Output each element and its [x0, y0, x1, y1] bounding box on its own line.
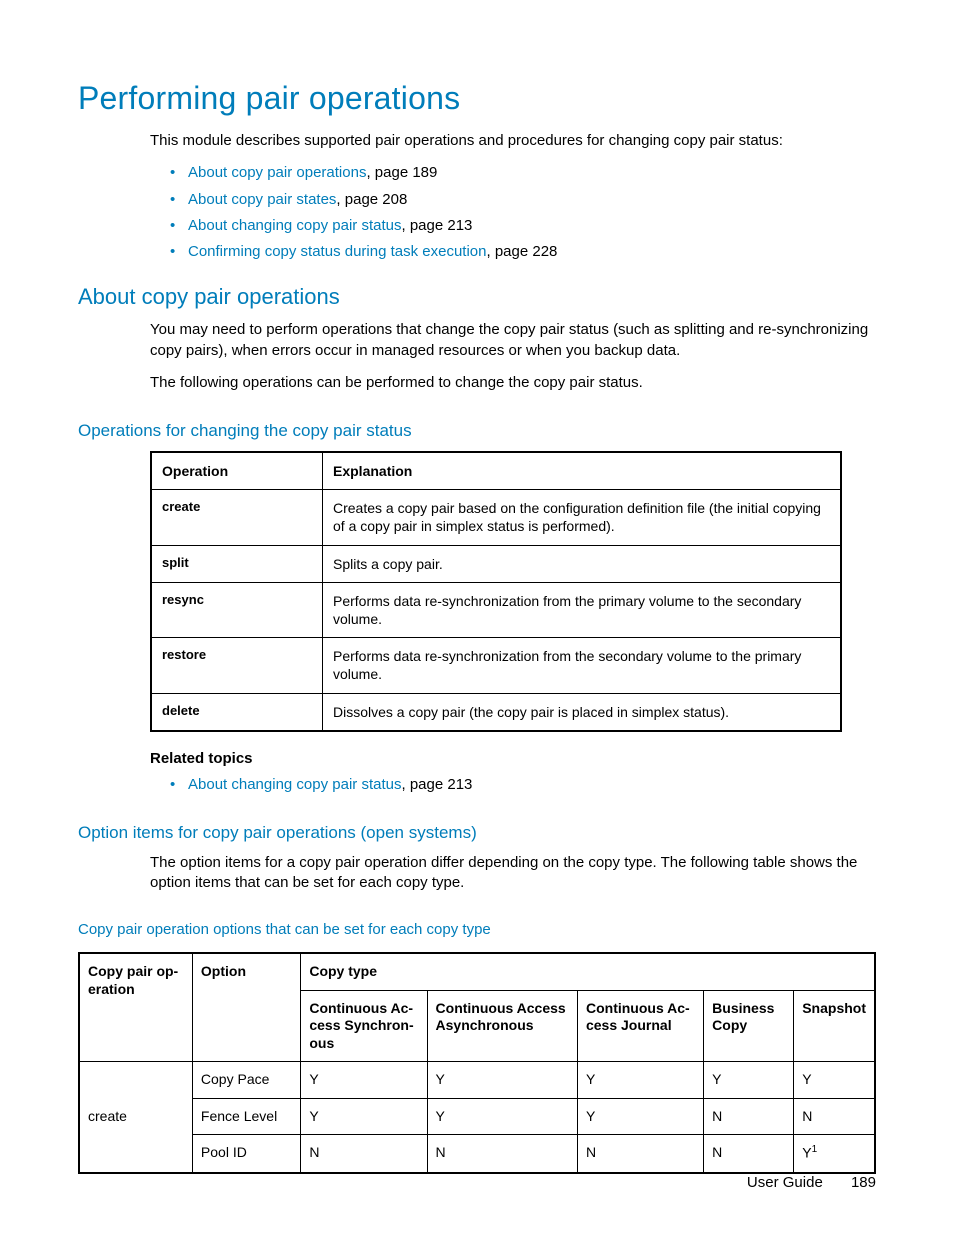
- th-explanation: Explanation: [323, 452, 842, 490]
- table2-heading: Copy pair operation options that can be …: [78, 921, 876, 938]
- table1-heading: Operations for changing the copy pair st…: [78, 421, 876, 441]
- related-topics-title: Related topics: [150, 750, 876, 767]
- related-topics-list: About changing copy pair status, page 21…: [170, 775, 876, 795]
- cell-val: N: [577, 1135, 703, 1173]
- cell-val: N: [794, 1098, 875, 1135]
- cell-val: Y: [577, 1062, 703, 1099]
- section-heading-about-operations: About copy pair operations: [78, 284, 876, 310]
- th-option: Option: [192, 953, 300, 1062]
- table-row: createCreates a copy pair based on the c…: [151, 490, 841, 545]
- footnote-ref: 1: [812, 1144, 818, 1155]
- toc-item: About copy pair states, page 208: [170, 190, 876, 210]
- table-row: splitSplits a copy pair.: [151, 545, 841, 582]
- cell-operation: resync: [151, 582, 323, 637]
- cell-val: N: [704, 1135, 794, 1173]
- toc-link[interactable]: About changing copy pair status: [188, 217, 401, 234]
- th-ct-journal: Continuous Ac- cess Journal: [577, 990, 703, 1062]
- toc-item: About copy pair operations, page 189: [170, 163, 876, 183]
- table-row: Operation Explanation: [151, 452, 841, 490]
- footer-page-number: 189: [851, 1174, 876, 1191]
- cell-operation: split: [151, 545, 323, 582]
- table-row: Fence Level Y Y Y N N: [79, 1098, 875, 1135]
- cell-val-text: Y: [802, 1145, 811, 1161]
- toc-suffix: , page 228: [486, 243, 557, 260]
- cell-operation: create: [151, 490, 323, 545]
- section2-heading: Option items for copy pair operations (o…: [78, 823, 876, 843]
- cell-option: Copy Pace: [192, 1062, 300, 1099]
- toc-item: About changing copy pair status, page 21…: [170, 216, 876, 236]
- cell-val: Y1: [794, 1135, 875, 1173]
- th-ct-async: Continuous Access Asynchronous: [427, 990, 577, 1062]
- options-table: Copy pair op- eration Option Copy type C…: [78, 952, 876, 1173]
- table-row: restorePerforms data re-synchronization …: [151, 638, 841, 693]
- cell-explanation: Creates a copy pair based on the configu…: [323, 490, 842, 545]
- cell-operation: restore: [151, 638, 323, 693]
- toc-item: Confirming copy status during task execu…: [170, 242, 876, 262]
- page-title: Performing pair operations: [78, 80, 876, 117]
- operations-table: Operation Explanation createCreates a co…: [150, 451, 842, 732]
- cell-val: Y: [427, 1098, 577, 1135]
- cell-val: N: [427, 1135, 577, 1173]
- cell-val: Y: [301, 1062, 427, 1099]
- toc-suffix: , page 208: [336, 191, 407, 208]
- related-link[interactable]: About changing copy pair status: [188, 776, 401, 793]
- related-topics-block: Related topics About changing copy pair …: [150, 750, 876, 795]
- cell-option: Pool ID: [192, 1135, 300, 1173]
- intro-paragraph: This module describes supported pair ope…: [150, 131, 876, 151]
- cell-op-group: create: [79, 1062, 192, 1173]
- th-ct-snapshot: Snapshot: [794, 990, 875, 1062]
- toc-link[interactable]: About copy pair operations: [188, 164, 366, 181]
- cell-val: Y: [577, 1098, 703, 1135]
- cell-explanation: Performs data re-synchronization from th…: [323, 582, 842, 637]
- page-footer: User Guide 189: [747, 1174, 876, 1191]
- section1-p2: The following operations can be performe…: [150, 373, 876, 393]
- th-copy-type: Copy type: [301, 953, 875, 990]
- table-row: create Copy Pace Y Y Y Y Y: [79, 1062, 875, 1099]
- section1-p1: You may need to perform operations that …: [150, 320, 876, 361]
- cell-option: Fence Level: [192, 1098, 300, 1135]
- cell-explanation: Dissolves a copy pair (the copy pair is …: [323, 693, 842, 731]
- document-page: Performing pair operations This module d…: [0, 0, 954, 1235]
- intro-block: This module describes supported pair ope…: [150, 131, 876, 262]
- th-copy-pair-operation: Copy pair op- eration: [79, 953, 192, 1062]
- th-ct-business-copy: Business Copy: [704, 990, 794, 1062]
- section1-body: You may need to perform operations that …: [150, 320, 876, 393]
- cell-operation: delete: [151, 693, 323, 731]
- table-row: Pool ID N N N N Y1: [79, 1135, 875, 1173]
- toc-link[interactable]: About copy pair states: [188, 191, 336, 208]
- cell-val: N: [301, 1135, 427, 1173]
- related-item: About changing copy pair status, page 21…: [170, 775, 876, 795]
- cell-explanation: Performs data re-synchronization from th…: [323, 638, 842, 693]
- section2-body: The option items for a copy pair operati…: [150, 853, 876, 894]
- section2-p1: The option items for a copy pair operati…: [150, 853, 876, 894]
- th-operation: Operation: [151, 452, 323, 490]
- footer-label: User Guide: [747, 1174, 823, 1191]
- cell-val: Y: [301, 1098, 427, 1135]
- table-row: resyncPerforms data re-synchronization f…: [151, 582, 841, 637]
- toc-suffix: , page 189: [366, 164, 437, 181]
- table-row: deleteDissolves a copy pair (the copy pa…: [151, 693, 841, 731]
- table-row: Copy pair op- eration Option Copy type: [79, 953, 875, 990]
- cell-explanation: Splits a copy pair.: [323, 545, 842, 582]
- toc-list: About copy pair operations, page 189 Abo…: [170, 163, 876, 262]
- cell-val: Y: [704, 1062, 794, 1099]
- cell-val: N: [704, 1098, 794, 1135]
- toc-link[interactable]: Confirming copy status during task execu…: [188, 243, 486, 260]
- th-ct-sync: Continuous Ac- cess Synchron- ous: [301, 990, 427, 1062]
- cell-val: Y: [427, 1062, 577, 1099]
- related-suffix: , page 213: [401, 776, 472, 793]
- toc-suffix: , page 213: [401, 217, 472, 234]
- cell-val: Y: [794, 1062, 875, 1099]
